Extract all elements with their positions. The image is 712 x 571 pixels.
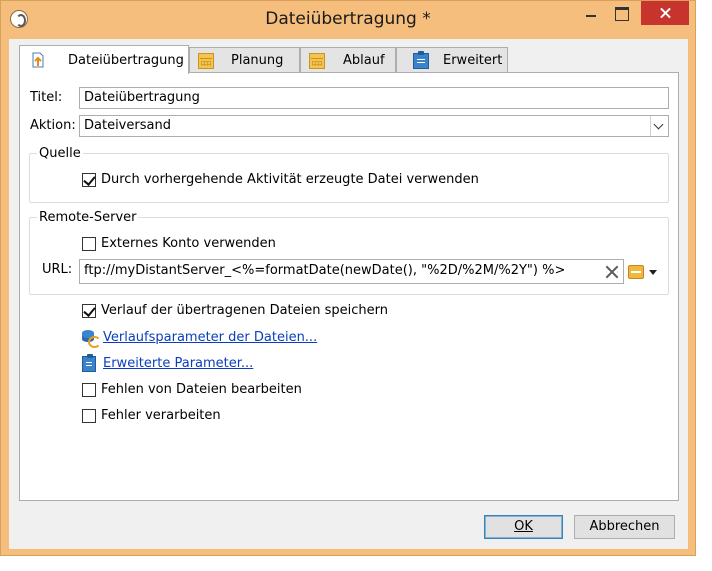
database-history-icon xyxy=(81,329,101,348)
url-input[interactable]: ftp://myDistantServer_<%=formatDate(newD… xyxy=(79,259,624,284)
aktion-select[interactable]: Dateiversand xyxy=(79,115,669,137)
missing-files-checkbox[interactable] xyxy=(82,383,96,397)
quelle-checkbox[interactable] xyxy=(82,173,96,187)
errors-label[interactable]: Fehler verarbeiten xyxy=(101,408,221,423)
tab-planung[interactable]: Planung xyxy=(189,47,300,73)
clipboard-icon xyxy=(82,354,96,372)
aktion-select-value: Dateiversand xyxy=(84,118,171,133)
calendar-icon xyxy=(198,53,214,69)
ok-button[interactable]: OK xyxy=(484,515,563,539)
quelle-legend: Quelle xyxy=(37,146,83,161)
quelle-checkbox-label[interactable]: Durch vorhergehende Aktivität erzeugte D… xyxy=(101,172,479,187)
tab-label: Planung xyxy=(231,53,284,68)
cancel-button[interactable]: Abbrechen xyxy=(574,515,675,539)
tab-label: Dateiübertragung xyxy=(68,53,184,68)
browse-icon[interactable] xyxy=(628,265,644,279)
external-account-checkbox[interactable] xyxy=(82,237,96,251)
maximize-button[interactable] xyxy=(607,1,635,25)
minimize-button[interactable] xyxy=(577,1,605,25)
cancel-button-label: Abbrechen xyxy=(589,519,660,534)
calendar-icon xyxy=(309,53,325,69)
titel-label: Titel: xyxy=(30,90,63,105)
history-params-link[interactable]: Verlaufsparameter der Dateien... xyxy=(103,330,317,345)
remote-server-legend: Remote-Server xyxy=(37,210,139,225)
chevron-down-icon[interactable] xyxy=(649,270,657,275)
url-label: URL: xyxy=(42,262,73,277)
history-checkbox-label[interactable]: Verlauf der übertragenen Dateien speiche… xyxy=(101,303,388,318)
aktion-label: Aktion: xyxy=(30,118,76,133)
errors-checkbox[interactable] xyxy=(82,409,96,423)
tab-erweitert[interactable]: Erweitert xyxy=(396,47,508,73)
close-button[interactable] xyxy=(641,1,689,25)
tab-label: Ablauf xyxy=(343,53,385,68)
clear-icon[interactable] xyxy=(603,263,621,281)
clipboard-icon xyxy=(413,51,429,69)
chevron-down-icon[interactable] xyxy=(650,116,668,136)
ok-button-label: OK xyxy=(514,519,533,534)
tab-label: Erweitert xyxy=(443,53,503,68)
tab-dateiuebertragung[interactable]: Dateiübertragung xyxy=(19,45,189,74)
title-bar[interactable]: Dateiübertragung * xyxy=(1,1,695,39)
upload-file-icon xyxy=(32,52,44,68)
tab-ablauf[interactable]: Ablauf xyxy=(300,47,396,73)
history-checkbox[interactable] xyxy=(82,304,96,318)
advanced-params-link[interactable]: Erweiterte Parameter... xyxy=(103,356,253,371)
external-account-label[interactable]: Externes Konto verwenden xyxy=(101,236,276,251)
missing-files-label[interactable]: Fehlen von Dateien bearbeiten xyxy=(101,382,302,397)
titel-input[interactable]: Dateiübertragung xyxy=(79,87,669,109)
